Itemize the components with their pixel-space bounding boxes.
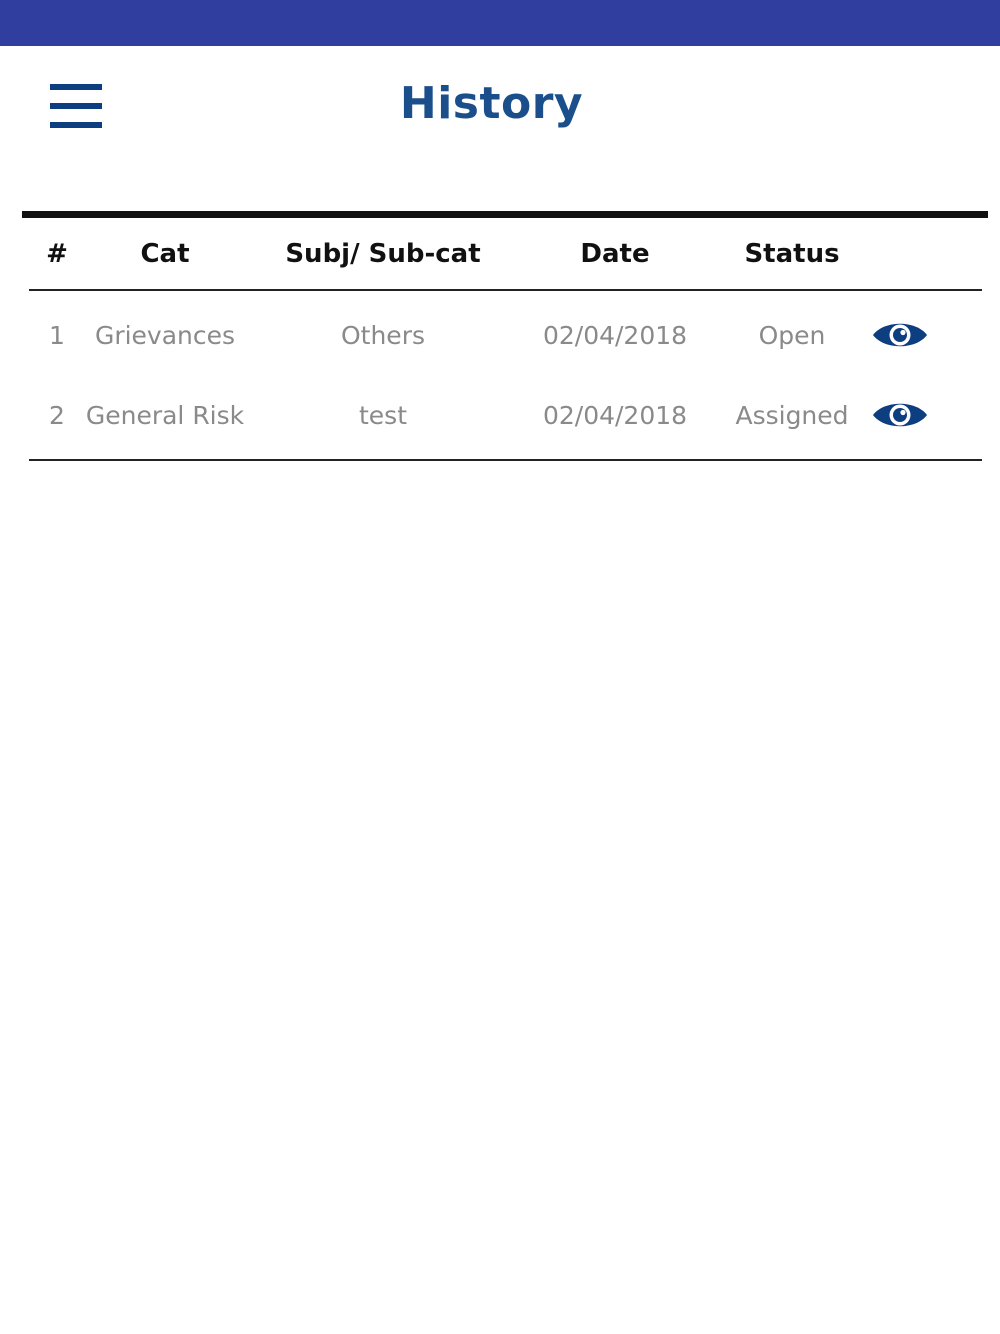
table-header-row: # Cat Subj/ Sub-cat Date Status <box>29 218 982 291</box>
history-table: # Cat Subj/ Sub-cat Date Status 1 Grieva… <box>29 218 982 461</box>
header-subject-subcategory: Subj/ Sub-cat <box>285 238 481 269</box>
row-status: Open <box>758 320 826 350</box>
header-status: Status <box>744 238 840 269</box>
header-number: # <box>46 238 68 269</box>
page-title: History <box>399 78 584 129</box>
row-number: 1 <box>49 320 65 350</box>
row-view-cell <box>867 375 933 455</box>
table-bottom-divider <box>29 459 982 461</box>
row-number: 2 <box>49 400 65 430</box>
row-date: 02/04/2018 <box>542 400 688 430</box>
row-category: General Risk <box>85 400 245 430</box>
table-top-divider <box>22 211 988 218</box>
row-status: Assigned <box>735 400 849 430</box>
status-bar <box>0 0 1000 46</box>
row-view-cell <box>867 295 933 375</box>
row-subcategory: Others <box>340 320 425 350</box>
header-category: Cat <box>140 238 190 269</box>
header-date: Date <box>580 238 650 269</box>
table-row: 2 General Risk test 02/04/2018 Assigned <box>29 375 982 455</box>
view-button[interactable] <box>870 395 930 435</box>
eye-icon <box>873 403 927 427</box>
row-date: 02/04/2018 <box>542 320 688 350</box>
table-row: 1 Grievances Others 02/04/2018 Open <box>29 295 982 375</box>
row-subcategory: test <box>358 400 407 430</box>
view-button[interactable] <box>870 315 930 355</box>
eye-icon <box>873 323 927 347</box>
row-category: Grievances <box>94 320 236 350</box>
